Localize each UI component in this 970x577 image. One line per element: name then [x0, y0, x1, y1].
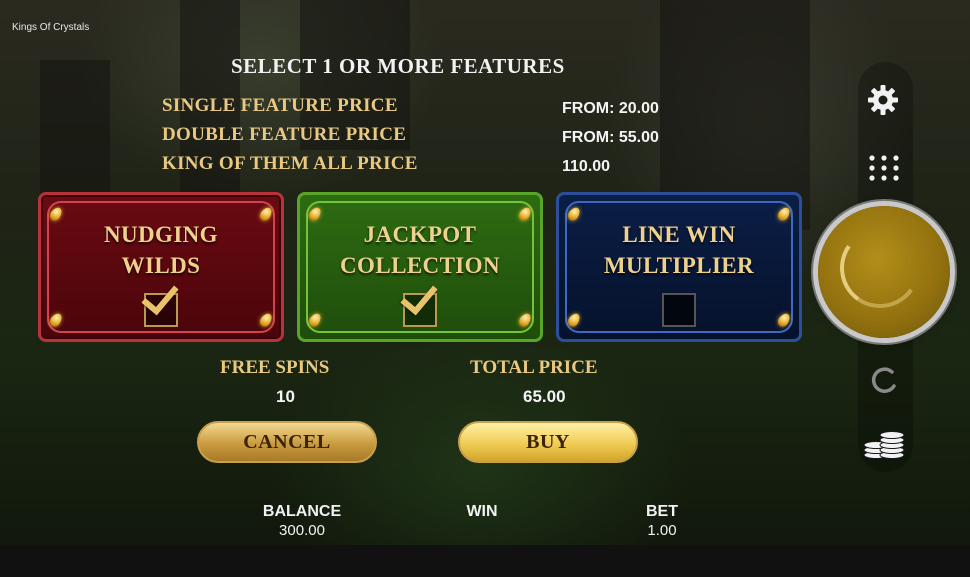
feature-title-line2: WILDS — [121, 253, 201, 278]
cancel-button[interactable]: CANCEL — [197, 421, 377, 463]
nudging-wilds-checkbox[interactable] — [141, 276, 179, 327]
free-spins-value: 10 — [276, 387, 295, 406]
total-price-label: TOTAL PRICE — [470, 357, 598, 378]
single-feature-price-value: FROM: 20.00 — [562, 100, 659, 117]
jackpot-collection-checkbox[interactable] — [400, 276, 438, 327]
balance-value: 300.00 — [279, 522, 325, 539]
feature-heading: SELECT 1 OR MORE FEATURES — [231, 54, 565, 78]
feature-title-line2: COLLECTION — [340, 253, 500, 278]
feature-card-nudging-wilds[interactable]: NUDGING WILDS — [38, 192, 284, 342]
feature-title: JACKPOT COLLECTION — [300, 219, 540, 281]
double-feature-price-value: FROM: 55.00 — [562, 129, 659, 146]
feature-title: LINE WIN MULTIPLIER — [559, 219, 799, 281]
bet-label: BET — [646, 503, 678, 520]
bet-value: 1.00 — [647, 522, 677, 539]
double-feature-price-label: DOUBLE FEATURE PRICE — [162, 124, 407, 145]
feature-card-jackpot-collection[interactable]: JACKPOT COLLECTION — [297, 192, 543, 342]
feature-title-line1: JACKPOT — [363, 222, 477, 247]
single-feature-price-label: SINGLE FEATURE PRICE — [162, 95, 398, 116]
app-title: Kings Of Crystals — [12, 22, 90, 33]
feature-title-line2: MULTIPLIER — [603, 253, 755, 278]
feature-card-line-win-multiplier[interactable]: LINE WIN MULTIPLIER — [556, 192, 802, 342]
buy-button[interactable]: BUY — [458, 421, 638, 463]
win-label: WIN — [466, 503, 498, 520]
bottom-strip — [0, 545, 970, 577]
line-win-multiplier-checkbox[interactable] — [662, 293, 696, 327]
menu-grid-icon[interactable] — [868, 154, 900, 182]
spin-arrow-icon — [833, 221, 927, 315]
balance-label: BALANCE — [262, 503, 342, 520]
king-price-label: KING OF THEM ALL PRICE — [162, 153, 418, 174]
king-price-value: 110.00 — [562, 158, 611, 175]
feature-title-line1: NUDGING — [104, 222, 218, 247]
coins-stack-icon[interactable] — [862, 430, 906, 460]
total-price-value: 65.00 — [523, 387, 566, 406]
feature-title: NUDGING WILDS — [41, 219, 281, 281]
autoplay-icon[interactable] — [870, 364, 900, 398]
gear-icon[interactable] — [866, 83, 900, 117]
feature-title-line1: LINE WIN — [622, 222, 736, 247]
free-spins-label: FREE SPINS — [220, 357, 330, 378]
spin-button[interactable] — [818, 206, 950, 338]
